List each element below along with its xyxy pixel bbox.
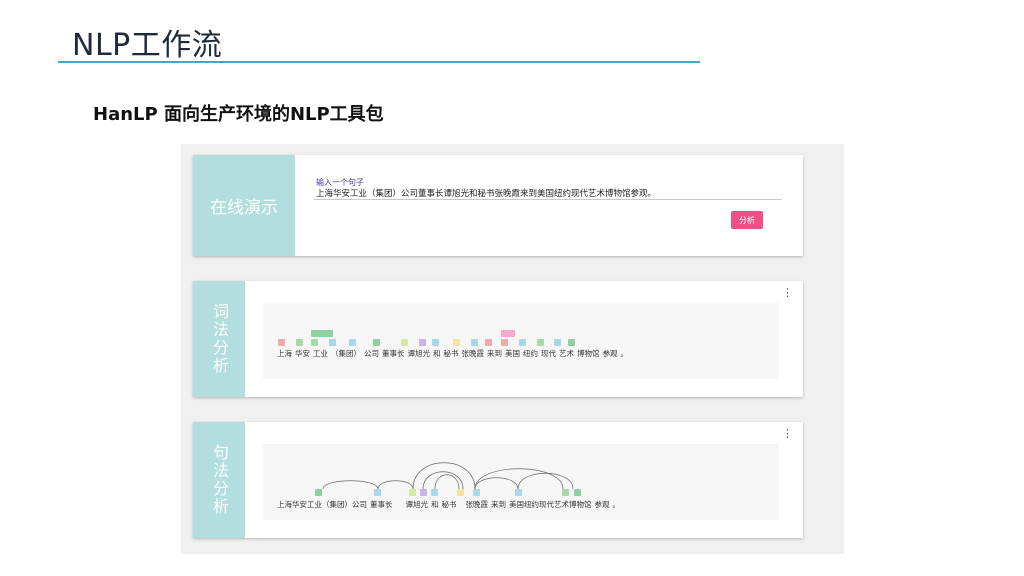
token-row: 上海华安工业（集团）公司董事长谭旭光和秘书张晚霞来到美国纽约现代艺术博物馆参观。 [277, 500, 620, 509]
more-vert-icon[interactable]: ⋮ [782, 287, 793, 298]
pos-tag [554, 339, 561, 346]
pos-tag [374, 489, 381, 496]
pos-tag [431, 489, 438, 496]
pos-tag [473, 489, 480, 496]
lexical-visualization: 上海 华安 工业 （集团） 公司 董事长 谭旭光和秘书 张晚霞 来到 美国 纽约 现代 艺术 博物馆 参观。 [263, 303, 779, 379]
pos-tag [349, 339, 356, 346]
dependency-visualization: 上海华安工业（集团）公司 董事长 谭旭光和秘书 张晚霞 来到 美国纽约现代艺术博物馆 参观。 [263, 444, 779, 520]
pos-tag [562, 489, 569, 496]
slide-subtitle: HanLP 面向生产环境的NLP工具包 [93, 104, 384, 125]
pos-tag [519, 339, 526, 346]
pos-tag [278, 339, 285, 346]
sentence-input[interactable]: 上海华安工业（集团）公司董事长谭旭光和秘书张晚霞来到美国纽约现代艺术博物馆参观。 [316, 187, 656, 199]
entity-tag [311, 330, 333, 337]
lexical-card: 词法分析 ⋮ 上海 华安 工业 （集团） 公司 董事长 谭旭光和秘书 张晚霞 来到 美国 纽约 现代艺… [193, 281, 803, 397]
title-divider [58, 61, 700, 63]
pos-tag [537, 339, 544, 346]
pos-tag [568, 339, 575, 346]
pos-tag [401, 339, 408, 346]
pos-tag [315, 489, 322, 496]
pos-tag [515, 489, 522, 496]
pos-tag [471, 339, 478, 346]
pos-tag [329, 339, 336, 346]
pos-tag [432, 339, 439, 346]
syntax-card: 句法分析 ⋮ 上海华安工业（集团）公司 董事长 谭旭光和秘书 张晚霞 来到 美国纽约现代艺… [193, 422, 803, 538]
more-vert-icon[interactable]: ⋮ [782, 428, 793, 439]
pos-tag [420, 489, 427, 496]
demo-section-label: 在线演示 [193, 155, 295, 256]
demo-card: 在线演示 输入一个句子 上海华安工业（集团）公司董事长谭旭光和秘书张晚霞来到美国… [193, 155, 803, 256]
entity-tag [501, 330, 515, 337]
lexical-section-label: 词法分析 [193, 281, 245, 397]
pos-tag [574, 489, 581, 496]
analyze-button[interactable]: 分析 [731, 211, 763, 229]
pos-tag [373, 339, 380, 346]
input-underline [314, 199, 782, 200]
pos-tag [453, 339, 460, 346]
pos-tag [419, 339, 426, 346]
slide-title: NLP工作流 [72, 28, 223, 63]
syntax-section-label: 句法分析 [193, 422, 245, 538]
token-row: 上海华安工业（集团）公司董事长谭旭光和秘书张晚霞来到美国纽约现代艺术博物馆参观。 [277, 349, 628, 358]
pos-tag [501, 339, 508, 346]
pos-tag [311, 339, 318, 346]
pos-tag [409, 489, 416, 496]
pos-tag [485, 339, 492, 346]
pos-tag [457, 489, 464, 496]
pos-tag [296, 339, 303, 346]
